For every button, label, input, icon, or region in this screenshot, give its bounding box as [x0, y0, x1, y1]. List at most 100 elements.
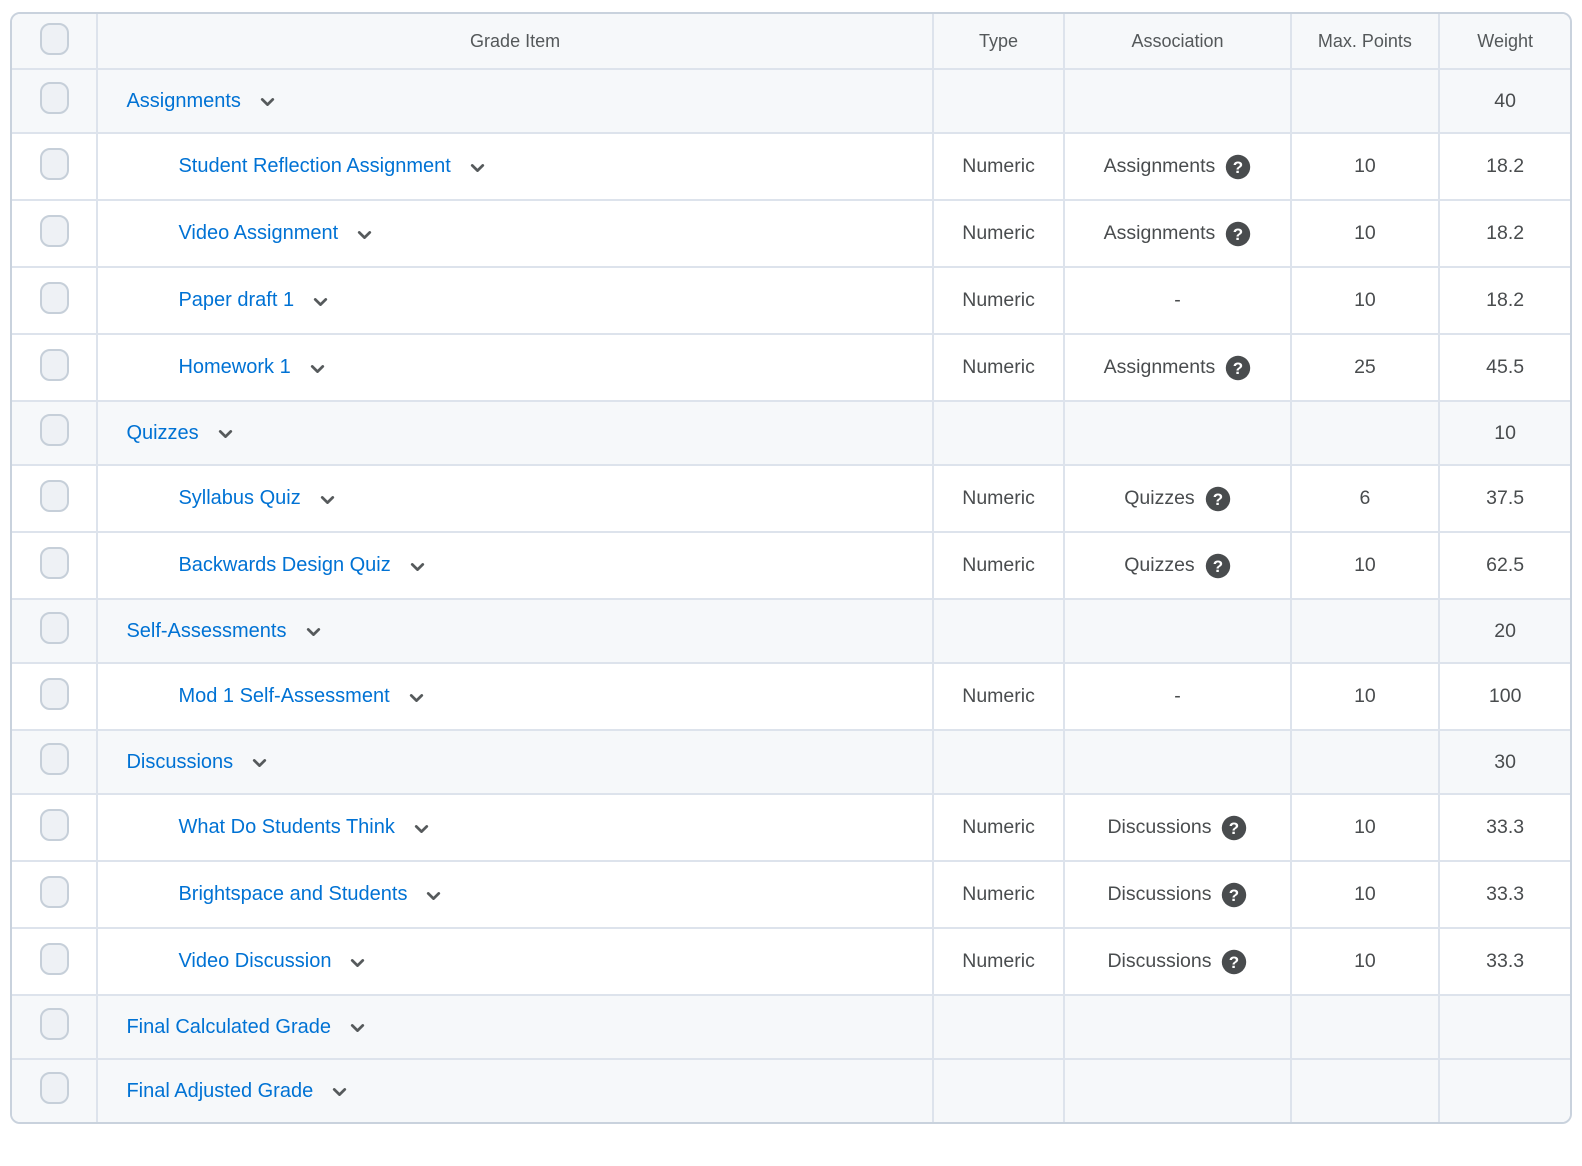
chevron-down-icon[interactable] [311, 293, 330, 311]
help-icon[interactable]: ? [1221, 949, 1247, 975]
checkbox-cell [12, 133, 97, 200]
help-icon[interactable]: ? [1221, 815, 1247, 841]
grade-item-link[interactable]: Video Assignment [178, 223, 338, 243]
grade-item-cell: Self-Assessments [97, 599, 932, 663]
grade-item-cell: What Do Students Think [97, 794, 932, 861]
select-all-checkbox[interactable] [40, 23, 69, 55]
association-cell: - [1064, 663, 1290, 730]
weight-cell: 10 [1439, 401, 1570, 465]
checkbox-cell [12, 1059, 97, 1122]
weight-cell: 20 [1439, 599, 1570, 663]
type-cell: Numeric [933, 794, 1065, 861]
type-cell: Numeric [933, 928, 1065, 995]
chevron-down-icon[interactable] [468, 159, 487, 177]
chevron-down-icon[interactable] [348, 1019, 367, 1037]
row-checkbox[interactable] [40, 414, 69, 446]
grade-item-link[interactable]: Quizzes [126, 423, 198, 443]
grade-item-link[interactable]: Student Reflection Assignment [178, 156, 450, 176]
grades-manage-page: Grade Item Type Association Max. Points … [0, 0, 1582, 1166]
row-checkbox[interactable] [40, 1008, 69, 1040]
column-header-grade-item: Grade Item [97, 14, 932, 69]
chevron-down-icon[interactable] [408, 558, 427, 576]
grade-item-link[interactable]: Discussions [126, 752, 233, 772]
grade-item-link[interactable]: Self-Assessments [126, 621, 286, 641]
weight-cell: 18.2 [1439, 200, 1570, 267]
row-checkbox[interactable] [40, 282, 69, 314]
type-cell: Numeric [933, 663, 1065, 730]
row-checkbox[interactable] [40, 215, 69, 247]
table-row: Video AssignmentNumericAssignments?1018.… [12, 200, 1570, 267]
table-row: Self-Assessments 20 [12, 599, 1570, 663]
chevron-down-icon[interactable] [304, 623, 323, 641]
checkbox-cell [12, 730, 97, 794]
type-cell [933, 995, 1065, 1059]
grade-item-cell: Student Reflection Assignment [97, 133, 932, 200]
row-checkbox[interactable] [40, 678, 69, 710]
weight-cell: 33.3 [1439, 861, 1570, 928]
table-row: Syllabus QuizNumericQuizzes?637.5 [12, 465, 1570, 532]
association-cell [1064, 1059, 1290, 1122]
association-label: Discussions [1107, 816, 1211, 839]
chevron-down-icon[interactable] [424, 887, 443, 905]
max-points-cell: 10 [1291, 794, 1440, 861]
chevron-down-icon[interactable] [258, 93, 277, 111]
column-header-weight: Weight [1439, 14, 1570, 69]
grade-item-link[interactable]: Backwards Design Quiz [178, 555, 390, 575]
table-row: Quizzes 10 [12, 401, 1570, 465]
association-cell: Assignments? [1064, 200, 1290, 267]
grade-item-link[interactable]: Brightspace and Students [178, 884, 407, 904]
grade-item-cell: Backwards Design Quiz [97, 532, 932, 599]
row-checkbox[interactable] [40, 612, 69, 644]
grade-item-link[interactable]: Mod 1 Self-Assessment [178, 686, 389, 706]
weight-cell: 40 [1439, 69, 1570, 133]
row-checkbox[interactable] [40, 547, 69, 579]
table-row: Paper draft 1Numeric-1018.2 [12, 267, 1570, 334]
help-icon[interactable]: ? [1225, 221, 1251, 247]
type-cell [933, 730, 1065, 794]
grade-item-cell: Syllabus Quiz [97, 465, 932, 532]
row-checkbox[interactable] [40, 743, 69, 775]
max-points-cell: 10 [1291, 928, 1440, 995]
help-icon[interactable]: ? [1225, 355, 1251, 381]
grade-item-cell: Quizzes [97, 401, 932, 465]
grade-item-link[interactable]: Video Discussion [178, 951, 331, 971]
help-icon[interactable]: ? [1205, 486, 1231, 512]
row-checkbox[interactable] [40, 809, 69, 841]
grades-table-body: Assignments 40 Student Reflection Assignme… [12, 69, 1570, 1122]
type-cell [933, 599, 1065, 663]
row-checkbox[interactable] [40, 1072, 69, 1104]
chevron-down-icon[interactable] [355, 226, 374, 244]
row-checkbox[interactable] [40, 876, 69, 908]
row-checkbox[interactable] [40, 943, 69, 975]
row-checkbox[interactable] [40, 148, 69, 180]
help-icon[interactable]: ? [1225, 154, 1251, 180]
row-checkbox[interactable] [40, 480, 69, 512]
chevron-down-icon[interactable] [330, 1083, 349, 1101]
type-cell: Numeric [933, 861, 1065, 928]
help-icon[interactable]: ? [1221, 882, 1247, 908]
chevron-down-icon[interactable] [250, 754, 269, 772]
grade-item-link[interactable]: Assignments [126, 91, 241, 111]
association-cell [1064, 69, 1290, 133]
row-checkbox[interactable] [40, 349, 69, 381]
grade-item-link[interactable]: Final Calculated Grade [126, 1017, 331, 1037]
grade-item-link[interactable]: What Do Students Think [178, 817, 394, 837]
grade-item-link[interactable]: Final Adjusted Grade [126, 1081, 313, 1101]
checkbox-cell [12, 995, 97, 1059]
help-icon[interactable]: ? [1205, 553, 1231, 579]
grade-item-link[interactable]: Syllabus Quiz [178, 488, 300, 508]
chevron-down-icon[interactable] [318, 491, 337, 509]
grade-item-link[interactable]: Paper draft 1 [178, 290, 294, 310]
max-points-cell [1291, 69, 1440, 133]
chevron-down-icon[interactable] [308, 360, 327, 378]
chevron-down-icon[interactable] [412, 820, 431, 838]
chevron-down-icon[interactable] [216, 425, 235, 443]
type-cell [933, 401, 1065, 465]
max-points-cell: 6 [1291, 465, 1440, 532]
chevron-down-icon[interactable] [407, 689, 426, 707]
chevron-down-icon[interactable] [348, 954, 367, 972]
association-cell [1064, 730, 1290, 794]
svg-text:?: ? [1212, 490, 1222, 509]
row-checkbox[interactable] [40, 82, 69, 114]
grade-item-link[interactable]: Homework 1 [178, 357, 290, 377]
